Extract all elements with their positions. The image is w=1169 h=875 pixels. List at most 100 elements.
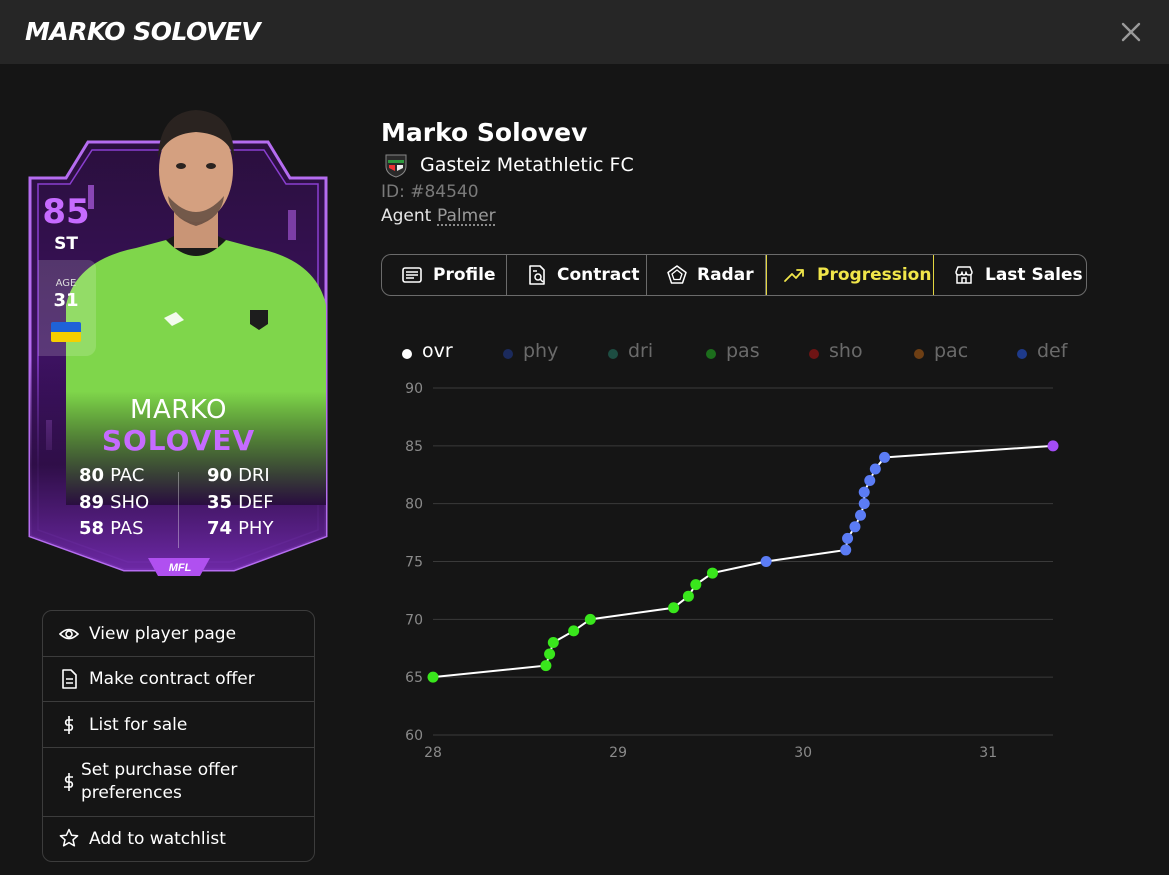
- action-label: Make contract offer: [89, 669, 255, 689]
- tab-label: Progression: [817, 265, 932, 285]
- player-id: ID: #84540: [381, 182, 479, 202]
- data-point: [840, 544, 852, 556]
- y-tick-label: 85: [405, 439, 423, 455]
- data-point: [544, 648, 556, 660]
- data-point: [842, 532, 854, 544]
- data-point: [760, 556, 772, 567]
- data-point: [584, 613, 596, 625]
- legend-label: sho: [829, 340, 863, 362]
- profile-icon: [402, 267, 422, 283]
- age-label: AGE: [55, 278, 77, 289]
- player-name: Marko Solovev: [381, 118, 588, 147]
- eye-icon: [59, 628, 79, 640]
- overall-rating: 85: [42, 192, 90, 232]
- stat-sho: 89 SHO: [79, 492, 150, 513]
- data-point: [568, 625, 580, 637]
- x-tick-label: 30: [794, 745, 812, 761]
- x-tick-label: 28: [424, 745, 442, 761]
- list-for-sale-button[interactable]: List for sale: [43, 702, 314, 748]
- legend-dot: [1017, 349, 1027, 359]
- data-point: [869, 463, 881, 475]
- store-icon: [955, 266, 973, 284]
- mfl-logo: MFL: [169, 562, 192, 574]
- x-tick-label: 29: [609, 745, 627, 761]
- close-icon[interactable]: [1119, 20, 1143, 44]
- legend-dot: [706, 349, 716, 359]
- legend-dot: [608, 349, 618, 359]
- dollar-icon: [64, 773, 74, 791]
- club-name[interactable]: Gasteiz Metathletic FC: [420, 154, 634, 176]
- data-point: [858, 498, 870, 510]
- legend-dot: [809, 349, 819, 359]
- tab-progression[interactable]: Progression: [766, 255, 934, 295]
- tab-radar[interactable]: Radar: [647, 255, 766, 295]
- data-point: [879, 451, 891, 463]
- tab-label: Last Sales: [985, 265, 1083, 285]
- document-icon: [62, 669, 77, 689]
- tab-label: Profile: [433, 265, 496, 285]
- action-label: Add to watchlist: [89, 829, 226, 849]
- view-player-page-button[interactable]: View player page: [43, 611, 314, 657]
- data-point: [427, 671, 439, 683]
- tab-label: Contract: [557, 265, 640, 285]
- action-label: List for sale: [89, 715, 188, 735]
- age-box: AGE 31: [38, 260, 96, 356]
- y-tick-label: 60: [405, 728, 423, 744]
- stat-pac: 80 PAC: [79, 465, 145, 486]
- tab-last-sales[interactable]: Last Sales: [934, 255, 1086, 295]
- y-tick-label: 90: [405, 381, 423, 397]
- action-list: View player page Make contract offer Lis…: [42, 610, 315, 862]
- legend-dot: [402, 349, 412, 359]
- action-label: Set purchase offer preferences: [81, 760, 238, 803]
- tab-bar: Profile Contract Radar Progression Last …: [381, 254, 1087, 296]
- player-modal: MARKO SOLOVEV 85 ST AGE 31 MARKO SOLOVEV…: [0, 0, 1169, 875]
- modal-title: MARKO SOLOVEV: [25, 17, 261, 46]
- legend-dot: [914, 349, 924, 359]
- x-tick-label: 31: [979, 745, 997, 761]
- tab-label: Radar: [697, 265, 754, 285]
- trending-up-icon: [784, 269, 804, 282]
- age-value: 31: [53, 290, 79, 311]
- y-tick-label: 65: [405, 670, 423, 686]
- card-first-name: MARKO: [130, 395, 227, 425]
- legend-dot: [503, 349, 513, 359]
- legend-label: pac: [934, 340, 969, 362]
- agent-name-link[interactable]: Palmer: [437, 206, 496, 226]
- star-icon: [59, 828, 79, 847]
- legend-label: dri: [628, 340, 654, 362]
- modal-header: MARKO SOLOVEV: [0, 0, 1169, 64]
- position: ST: [54, 234, 78, 254]
- club-badge-icon: [385, 154, 407, 178]
- stat-phy: 74 PHY: [207, 518, 274, 539]
- legend-label: def: [1037, 340, 1068, 362]
- stat-pas: 58 PAS: [79, 518, 144, 539]
- player-card: 85 ST AGE 31 MARKO SOLOVEV 80 PAC 89 SHO 5…: [28, 100, 330, 595]
- y-tick-label: 75: [405, 555, 423, 571]
- data-point: [690, 579, 702, 591]
- y-tick-label: 70: [405, 612, 423, 628]
- agent-label: Agent: [381, 206, 432, 226]
- data-point: [858, 486, 870, 498]
- stat-def: 35 DEF: [207, 492, 274, 513]
- make-contract-offer-button[interactable]: Make contract offer: [43, 657, 314, 702]
- data-point: [547, 636, 559, 648]
- y-tick-label: 80: [405, 497, 423, 513]
- data-point: [1047, 440, 1059, 452]
- action-label: View player page: [89, 624, 237, 644]
- legend-label: ovr: [422, 340, 453, 362]
- legend-label: phy: [523, 340, 559, 362]
- tab-profile[interactable]: Profile: [382, 255, 507, 295]
- add-to-watchlist-button[interactable]: Add to watchlist: [43, 817, 314, 861]
- data-point: [668, 602, 680, 614]
- tab-contract[interactable]: Contract: [507, 255, 647, 295]
- set-purchase-offer-preferences-button[interactable]: Set purchase offer preferences: [43, 748, 314, 817]
- ukraine-flag-icon: [51, 322, 81, 342]
- progression-chart: 90 85 80 75 70 65 6028 29 30 31: [405, 381, 1059, 761]
- data-point: [864, 475, 876, 487]
- svg-text:MFL: MFL: [169, 562, 192, 574]
- contract-icon: [529, 265, 545, 285]
- dollar-icon: [64, 716, 74, 734]
- data-point: [849, 521, 861, 533]
- card-last-name: SOLOVEV: [101, 424, 256, 457]
- stat-dri: 90 DRI: [207, 465, 270, 486]
